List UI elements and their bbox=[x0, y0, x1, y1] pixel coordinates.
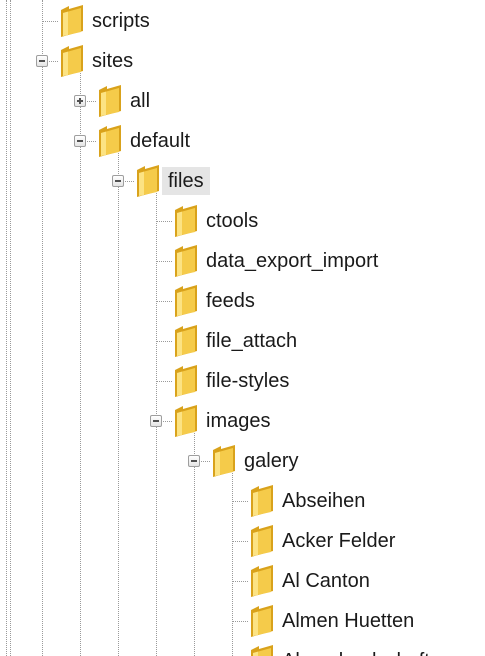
tree-connector bbox=[156, 221, 172, 222]
folder-icon bbox=[250, 604, 274, 638]
tree-guide-line-outer bbox=[6, 0, 7, 656]
folder-icon bbox=[98, 124, 122, 158]
folder-icon bbox=[250, 644, 274, 656]
folder-label[interactable]: file_attach bbox=[200, 327, 303, 355]
expand-icon[interactable] bbox=[74, 95, 86, 107]
collapse-icon[interactable] bbox=[150, 415, 162, 427]
folder-icon bbox=[250, 524, 274, 558]
tree-connector bbox=[232, 581, 248, 582]
folder-label[interactable]: feeds bbox=[200, 287, 261, 315]
folder-icon bbox=[250, 484, 274, 518]
folder-label[interactable]: sites bbox=[86, 47, 139, 75]
folder-icon bbox=[174, 284, 198, 318]
folder-icon bbox=[60, 4, 84, 38]
tree-connector bbox=[42, 21, 58, 22]
collapse-icon[interactable] bbox=[74, 135, 86, 147]
folder-icon bbox=[174, 404, 198, 438]
tree-connector bbox=[156, 261, 172, 262]
folder-label[interactable]: galery bbox=[238, 447, 304, 475]
folder-icon bbox=[212, 444, 236, 478]
folder-label[interactable]: all bbox=[124, 87, 156, 115]
folder-label[interactable]: default bbox=[124, 127, 196, 155]
folder-icon bbox=[136, 164, 160, 198]
folder-icon bbox=[250, 564, 274, 598]
tree-connector bbox=[232, 501, 248, 502]
collapse-icon[interactable] bbox=[112, 175, 124, 187]
tree-connector bbox=[156, 381, 172, 382]
tree-connector bbox=[232, 621, 248, 622]
folder-label[interactable]: Abseihen bbox=[276, 487, 371, 515]
collapse-icon[interactable] bbox=[188, 455, 200, 467]
tree-guide-line bbox=[42, 0, 43, 656]
folder-icon bbox=[98, 84, 122, 118]
folder-label[interactable]: scripts bbox=[86, 7, 156, 35]
folder-label[interactable]: data_export_import bbox=[200, 247, 384, 275]
tree-guide-line bbox=[118, 153, 119, 656]
folder-label[interactable]: images bbox=[200, 407, 276, 435]
folder-icon bbox=[60, 44, 84, 78]
folder-label[interactable]: Almenlandschaft bbox=[276, 647, 436, 656]
folder-label[interactable]: Acker Felder bbox=[276, 527, 401, 555]
folder-icon bbox=[174, 364, 198, 398]
tree-connector bbox=[156, 341, 172, 342]
folder-label[interactable]: Al Canton bbox=[276, 567, 376, 595]
folder-icon bbox=[174, 324, 198, 358]
folder-label[interactable]: file-styles bbox=[200, 367, 295, 395]
collapse-icon[interactable] bbox=[36, 55, 48, 67]
folder-label[interactable]: ctools bbox=[200, 207, 264, 235]
tree-guide-line bbox=[80, 73, 81, 656]
tree-connector bbox=[156, 301, 172, 302]
folder-tree: scripts sites all default files ctools data_ex… bbox=[0, 0, 485, 656]
tree-guide-line-outer bbox=[10, 0, 11, 656]
folder-icon bbox=[174, 244, 198, 278]
tree-connector bbox=[232, 541, 248, 542]
folder-label[interactable]: Almen Huetten bbox=[276, 607, 420, 635]
folder-label[interactable]: files bbox=[162, 167, 210, 195]
folder-icon bbox=[174, 204, 198, 238]
